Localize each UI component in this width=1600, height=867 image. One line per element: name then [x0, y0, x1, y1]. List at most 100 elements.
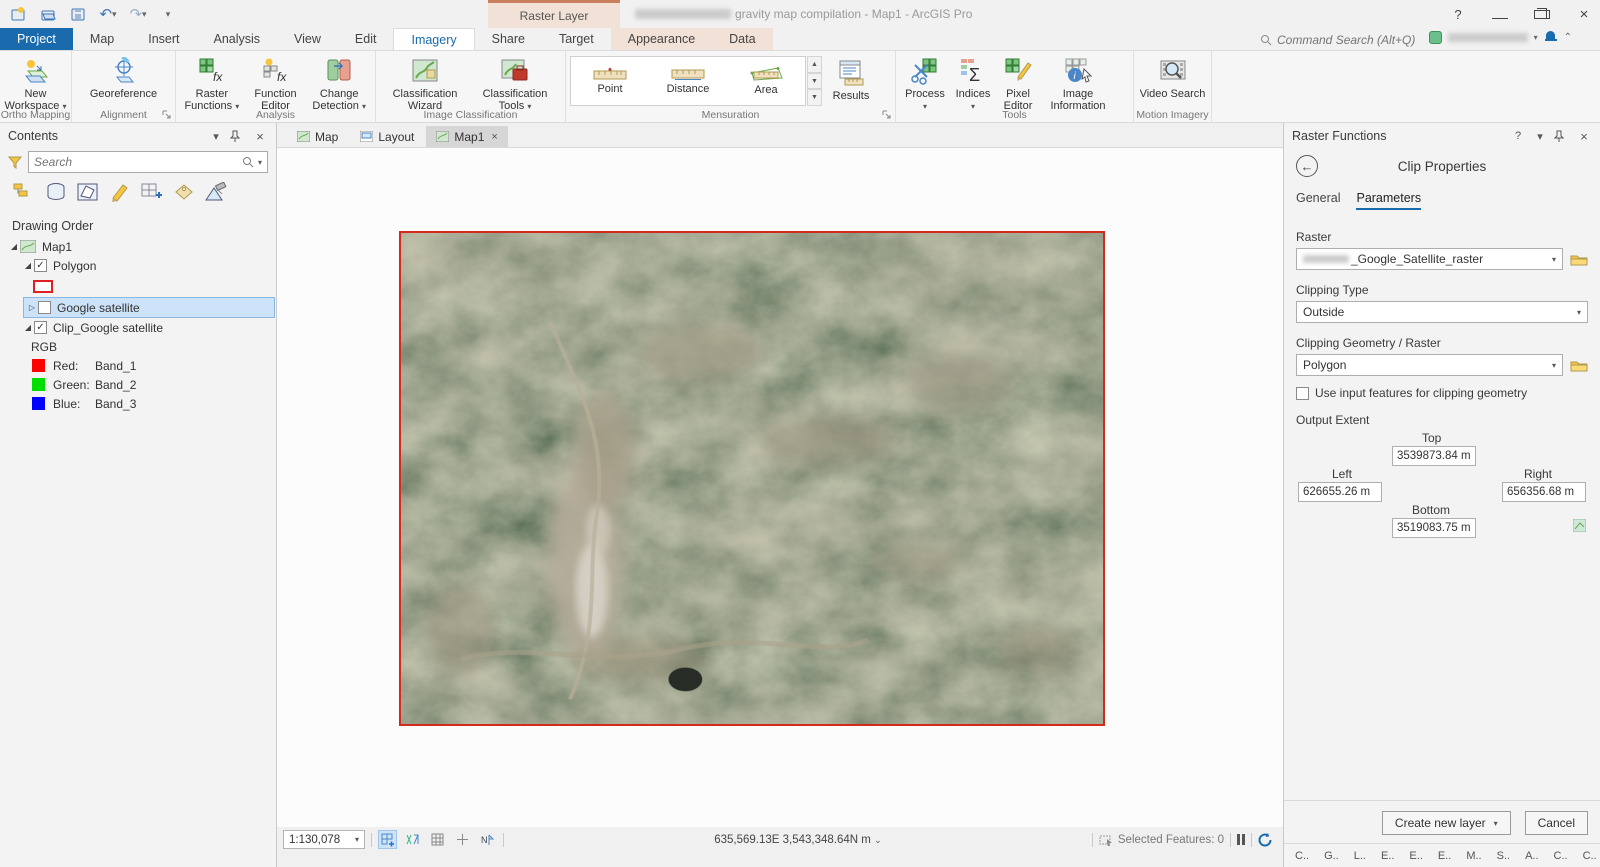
tab-edit[interactable]: Edit: [338, 28, 394, 50]
close-panel-icon[interactable]: ×: [252, 129, 268, 144]
dock-tab[interactable]: E..: [1402, 848, 1429, 864]
tree-item-polygon[interactable]: ◢ ✓ Polygon: [0, 256, 276, 275]
doc-tab-map[interactable]: Map: [287, 126, 348, 147]
collapse-ribbon-icon[interactable]: ⌃: [1564, 32, 1572, 43]
gallery-scroll-up-icon[interactable]: ▲: [807, 56, 822, 73]
tab-analysis[interactable]: Analysis: [197, 28, 278, 50]
back-button[interactable]: ←: [1296, 155, 1318, 177]
map-scale-combo[interactable]: 1:130,078 ▾: [283, 830, 365, 849]
create-new-layer-button[interactable]: Create new layer ▾: [1381, 811, 1511, 835]
expander-icon[interactable]: ◢: [22, 261, 34, 270]
list-by-selection-icon[interactable]: [76, 181, 100, 203]
indices-button[interactable]: Σ Indices ▾: [950, 54, 996, 113]
tab-data[interactable]: Data: [712, 28, 773, 50]
close-panel-icon[interactable]: ×: [1576, 129, 1592, 144]
doc-tab-map1[interactable]: Map1 ×: [426, 126, 508, 147]
expander-icon[interactable]: ▷: [26, 303, 38, 312]
create-layer-dropdown-icon[interactable]: ▾: [1494, 819, 1498, 828]
list-by-drawing-order-icon[interactable]: [12, 181, 36, 203]
tree-item-map[interactable]: ◢ Map1: [0, 237, 276, 256]
crosshair-icon[interactable]: [453, 830, 472, 849]
panel-menu-icon[interactable]: ▾: [208, 130, 224, 143]
help-button[interactable]: ?: [1450, 7, 1466, 22]
list-by-labeling-icon[interactable]: [172, 181, 196, 203]
layer-checkbox-checked[interactable]: ✓: [34, 321, 47, 334]
tab-appearance[interactable]: Appearance: [610, 28, 713, 50]
doc-tab-layout[interactable]: Layout: [350, 126, 424, 147]
tab-insert[interactable]: Insert: [131, 28, 196, 50]
layer-checkbox-unchecked[interactable]: [38, 301, 51, 314]
pin-icon[interactable]: [230, 130, 246, 142]
tab-imagery[interactable]: Imagery: [393, 28, 475, 50]
clipping-geometry-combo[interactable]: Polygon ▾: [1296, 354, 1563, 376]
north-arrow-icon[interactable]: N: [478, 830, 497, 849]
xy-navigation-icon[interactable]: [403, 830, 422, 849]
dock-tab[interactable]: C..: [1288, 848, 1316, 864]
undo-dropdown-icon[interactable]: ▾: [112, 9, 117, 20]
panel-menu-icon[interactable]: ▾: [1532, 130, 1548, 143]
extent-from-map-icon[interactable]: [1573, 519, 1586, 532]
pin-icon[interactable]: [1554, 130, 1570, 142]
tab-target[interactable]: Target: [542, 28, 611, 50]
cancel-button[interactable]: Cancel: [1524, 811, 1588, 835]
extent-right-input[interactable]: [1502, 482, 1586, 502]
add-to-grid-icon[interactable]: [378, 830, 397, 849]
change-detection-button[interactable]: Change Detection ▾: [307, 54, 371, 113]
customize-qat-button[interactable]: ▾: [158, 4, 178, 24]
gallery-more-icon[interactable]: ▼: [807, 89, 822, 107]
georeference-button[interactable]: Georeference: [77, 54, 171, 100]
image-information-button[interactable]: i Image Information: [1040, 54, 1116, 112]
browse-folder-icon[interactable]: [1570, 359, 1588, 372]
extent-top-input[interactable]: [1392, 446, 1476, 466]
process-button[interactable]: Process ▾: [900, 54, 950, 113]
dock-tab[interactable]: S..: [1490, 848, 1517, 864]
selected-features-status[interactable]: Selected Features: 0: [1099, 834, 1224, 846]
dock-tab[interactable]: L..: [1347, 848, 1373, 864]
use-input-features-checkbox[interactable]: [1296, 386, 1309, 400]
distance-button[interactable]: Distance: [649, 57, 727, 105]
map-coordinates[interactable]: 635,569.13E 3,543,348.64N m ⌄: [510, 834, 1086, 846]
list-by-data-source-icon[interactable]: [44, 181, 68, 203]
classification-wizard-button[interactable]: Classification Wizard: [380, 54, 470, 112]
results-button[interactable]: Results: [822, 56, 880, 106]
command-search-input[interactable]: [1277, 33, 1437, 47]
video-search-button[interactable]: Video Search: [1140, 54, 1206, 100]
tab-general[interactable]: General: [1296, 191, 1340, 210]
list-by-perspective-icon[interactable]: [204, 181, 228, 203]
search-options-icon[interactable]: ▾: [258, 158, 262, 167]
open-project-icon[interactable]: [38, 4, 58, 24]
layer-checkbox-checked[interactable]: ✓: [34, 259, 47, 272]
filter-icon[interactable]: [8, 156, 22, 169]
pause-drawing-icon[interactable]: [1237, 834, 1245, 845]
help-icon[interactable]: ?: [1510, 130, 1526, 142]
polygon-symbol-row[interactable]: [0, 275, 276, 297]
contents-search-input[interactable]: [34, 155, 242, 169]
browse-folder-icon[interactable]: [1570, 253, 1588, 266]
dock-tab[interactable]: C..: [1547, 848, 1575, 864]
dock-tab[interactable]: C..: [1576, 848, 1600, 864]
tab-project[interactable]: Project: [0, 28, 73, 50]
expander-icon[interactable]: ◢: [8, 242, 20, 251]
tree-item-clip-google-satellite[interactable]: ◢ ✓ Clip_Google satellite: [0, 318, 276, 337]
close-tab-icon[interactable]: ×: [491, 131, 497, 143]
tab-parameters[interactable]: Parameters: [1356, 191, 1422, 210]
extent-bottom-input[interactable]: [1392, 518, 1476, 538]
contents-search-box[interactable]: ▾: [28, 151, 268, 173]
area-button[interactable]: Area: [727, 57, 805, 105]
point-button[interactable]: Point: [571, 57, 649, 105]
redo-dropdown-icon[interactable]: ▾: [142, 9, 147, 20]
map-canvas[interactable]: [277, 147, 1283, 827]
tree-item-google-satellite[interactable]: ▷ Google satellite: [23, 297, 275, 318]
list-by-snapping-icon[interactable]: [140, 181, 164, 203]
tab-view[interactable]: View: [277, 28, 338, 50]
dock-tab[interactable]: G..: [1317, 848, 1346, 864]
dock-tab[interactable]: M..: [1459, 848, 1488, 864]
raster-combo[interactable]: _Google_Satellite_raster ▾: [1296, 248, 1563, 270]
raster-functions-button[interactable]: fx Raster Functions ▾: [180, 54, 244, 113]
restore-button[interactable]: [1534, 7, 1550, 22]
list-by-editing-icon[interactable]: [108, 181, 132, 203]
pixel-editor-button[interactable]: Pixel Editor: [996, 54, 1040, 112]
notifications-icon[interactable]: [1544, 30, 1558, 44]
undo-button[interactable]: ↶ ▾: [98, 4, 118, 24]
save-project-icon[interactable]: [68, 4, 88, 24]
